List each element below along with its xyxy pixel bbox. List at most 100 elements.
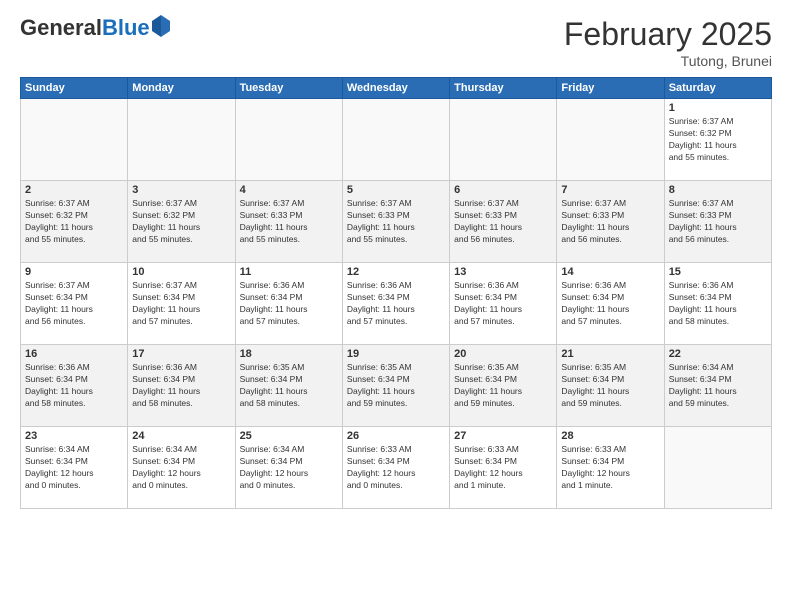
logo-blue: Blue — [102, 15, 150, 40]
day-number: 4 — [240, 184, 338, 196]
day-number: 27 — [454, 430, 552, 442]
calendar-cell: 26 Sunrise: 6:33 AMSunset: 6:34 PMDayligh… — [342, 427, 449, 509]
calendar-week-4: 23 Sunrise: 6:34 AMSunset: 6:34 PMDayligh… — [21, 427, 772, 509]
day-info: Sunrise: 6:37 AMSunset: 6:32 PMDaylight:… — [132, 198, 230, 246]
calendar-cell — [21, 99, 128, 181]
day-info: Sunrise: 6:34 AMSunset: 6:34 PMDaylight:… — [240, 444, 338, 492]
calendar-cell — [342, 99, 449, 181]
day-info: Sunrise: 6:37 AMSunset: 6:32 PMDaylight:… — [669, 116, 767, 164]
day-info: Sunrise: 6:37 AMSunset: 6:33 PMDaylight:… — [454, 198, 552, 246]
day-number: 7 — [561, 184, 659, 196]
day-info: Sunrise: 6:37 AMSunset: 6:34 PMDaylight:… — [132, 280, 230, 328]
day-number: 22 — [669, 348, 767, 360]
day-info: Sunrise: 6:36 AMSunset: 6:34 PMDaylight:… — [25, 362, 123, 410]
calendar-cell — [235, 99, 342, 181]
calendar-cell: 14Sunrise: 6:36 AMSunset: 6:34 PMDayligh… — [557, 263, 664, 345]
day-number: 21 — [561, 348, 659, 360]
col-tuesday: Tuesday — [235, 78, 342, 99]
calendar-cell: 7 Sunrise: 6:37 AMSunset: 6:33 PMDaylight… — [557, 181, 664, 263]
day-info: Sunrise: 6:34 AMSunset: 6:34 PMDaylight:… — [669, 362, 767, 410]
day-number: 15 — [669, 266, 767, 278]
day-info: Sunrise: 6:37 AMSunset: 6:33 PMDaylight:… — [240, 198, 338, 246]
calendar-cell: 21 Sunrise: 6:35 AMSunset: 6:34 PMDayligh… — [557, 345, 664, 427]
calendar-week-0: 1 Sunrise: 6:37 AMSunset: 6:32 PMDaylight… — [21, 99, 772, 181]
day-number: 12 — [347, 266, 445, 278]
col-saturday: Saturday — [664, 78, 771, 99]
day-info: Sunrise: 6:36 AMSunset: 6:34 PMDaylight:… — [240, 280, 338, 328]
day-info: Sunrise: 6:33 AMSunset: 6:34 PMDaylight:… — [347, 444, 445, 492]
title-month: February 2025 — [564, 16, 772, 53]
day-info: Sunrise: 6:34 AMSunset: 6:34 PMDaylight:… — [25, 444, 123, 492]
logo-general: General — [20, 15, 102, 40]
col-sunday: Sunday — [21, 78, 128, 99]
calendar-cell: 22 Sunrise: 6:34 AMSunset: 6:34 PMDayligh… — [664, 345, 771, 427]
day-info: Sunrise: 6:35 AMSunset: 6:34 PMDaylight:… — [240, 362, 338, 410]
day-number: 25 — [240, 430, 338, 442]
logo: GeneralBlue — [20, 16, 170, 40]
header-row: Sunday Monday Tuesday Wednesday Thursday… — [21, 78, 772, 99]
calendar-cell: 5 Sunrise: 6:37 AMSunset: 6:33 PMDaylight… — [342, 181, 449, 263]
calendar-cell: 11 Sunrise: 6:36 AMSunset: 6:34 PMDayligh… — [235, 263, 342, 345]
calendar-cell: 1 Sunrise: 6:37 AMSunset: 6:32 PMDaylight… — [664, 99, 771, 181]
calendar-cell: 9 Sunrise: 6:37 AMSunset: 6:34 PMDaylight… — [21, 263, 128, 345]
calendar-cell: 2 Sunrise: 6:37 AMSunset: 6:32 PMDaylight… — [21, 181, 128, 263]
day-info: Sunrise: 6:33 AMSunset: 6:34 PMDaylight:… — [454, 444, 552, 492]
calendar-cell: 28Sunrise: 6:33 AMSunset: 6:34 PMDayligh… — [557, 427, 664, 509]
day-number: 20 — [454, 348, 552, 360]
day-number: 16 — [25, 348, 123, 360]
calendar-cell: 10Sunrise: 6:37 AMSunset: 6:34 PMDayligh… — [128, 263, 235, 345]
day-number: 2 — [25, 184, 123, 196]
calendar-cell: 24Sunrise: 6:34 AMSunset: 6:34 PMDayligh… — [128, 427, 235, 509]
day-number: 18 — [240, 348, 338, 360]
calendar-week-2: 9 Sunrise: 6:37 AMSunset: 6:34 PMDaylight… — [21, 263, 772, 345]
day-info: Sunrise: 6:37 AMSunset: 6:32 PMDaylight:… — [25, 198, 123, 246]
day-number: 17 — [132, 348, 230, 360]
calendar-cell — [664, 427, 771, 509]
day-number: 1 — [669, 102, 767, 114]
calendar-cell: 3Sunrise: 6:37 AMSunset: 6:32 PMDaylight… — [128, 181, 235, 263]
day-info: Sunrise: 6:35 AMSunset: 6:34 PMDaylight:… — [347, 362, 445, 410]
col-friday: Friday — [557, 78, 664, 99]
calendar-cell: 19 Sunrise: 6:35 AMSunset: 6:34 PMDayligh… — [342, 345, 449, 427]
day-number: 26 — [347, 430, 445, 442]
calendar: Sunday Monday Tuesday Wednesday Thursday… — [20, 77, 772, 509]
calendar-week-1: 2 Sunrise: 6:37 AMSunset: 6:32 PMDaylight… — [21, 181, 772, 263]
day-number: 6 — [454, 184, 552, 196]
day-info: Sunrise: 6:35 AMSunset: 6:34 PMDaylight:… — [561, 362, 659, 410]
day-info: Sunrise: 6:36 AMSunset: 6:34 PMDaylight:… — [347, 280, 445, 328]
calendar-cell — [128, 99, 235, 181]
title-location: Tutong, Brunei — [564, 53, 772, 69]
day-number: 11 — [240, 266, 338, 278]
day-number: 23 — [25, 430, 123, 442]
day-info: Sunrise: 6:36 AMSunset: 6:34 PMDaylight:… — [669, 280, 767, 328]
calendar-cell: 25 Sunrise: 6:34 AMSunset: 6:34 PMDayligh… — [235, 427, 342, 509]
calendar-cell: 17 Sunrise: 6:36 AMSunset: 6:34 PMDayligh… — [128, 345, 235, 427]
day-number: 24 — [132, 430, 230, 442]
day-number: 9 — [25, 266, 123, 278]
calendar-week-3: 16 Sunrise: 6:36 AMSunset: 6:34 PMDayligh… — [21, 345, 772, 427]
calendar-cell: 12 Sunrise: 6:36 AMSunset: 6:34 PMDayligh… — [342, 263, 449, 345]
day-info: Sunrise: 6:37 AMSunset: 6:33 PMDaylight:… — [561, 198, 659, 246]
header: GeneralBlue February 2025 Tutong, Brunei — [20, 16, 772, 69]
day-info: Sunrise: 6:37 AMSunset: 6:34 PMDaylight:… — [25, 280, 123, 328]
calendar-cell: 23 Sunrise: 6:34 AMSunset: 6:34 PMDayligh… — [21, 427, 128, 509]
calendar-cell: 20Sunrise: 6:35 AMSunset: 6:34 PMDayligh… — [450, 345, 557, 427]
col-wednesday: Wednesday — [342, 78, 449, 99]
col-thursday: Thursday — [450, 78, 557, 99]
page: GeneralBlue February 2025 Tutong, Brunei… — [0, 0, 792, 612]
title-block: February 2025 Tutong, Brunei — [564, 16, 772, 69]
calendar-cell: 6 Sunrise: 6:37 AMSunset: 6:33 PMDaylight… — [450, 181, 557, 263]
calendar-cell: 16 Sunrise: 6:36 AMSunset: 6:34 PMDayligh… — [21, 345, 128, 427]
day-info: Sunrise: 6:37 AMSunset: 6:33 PMDaylight:… — [347, 198, 445, 246]
day-number: 5 — [347, 184, 445, 196]
calendar-cell: 4 Sunrise: 6:37 AMSunset: 6:33 PMDaylight… — [235, 181, 342, 263]
col-monday: Monday — [128, 78, 235, 99]
calendar-cell: 13Sunrise: 6:36 AMSunset: 6:34 PMDayligh… — [450, 263, 557, 345]
day-info: Sunrise: 6:36 AMSunset: 6:34 PMDaylight:… — [454, 280, 552, 328]
calendar-cell: 18 Sunrise: 6:35 AMSunset: 6:34 PMDayligh… — [235, 345, 342, 427]
day-info: Sunrise: 6:36 AMSunset: 6:34 PMDaylight:… — [132, 362, 230, 410]
calendar-cell — [450, 99, 557, 181]
logo-icon — [152, 15, 170, 37]
day-number: 19 — [347, 348, 445, 360]
logo-text: GeneralBlue — [20, 16, 170, 40]
